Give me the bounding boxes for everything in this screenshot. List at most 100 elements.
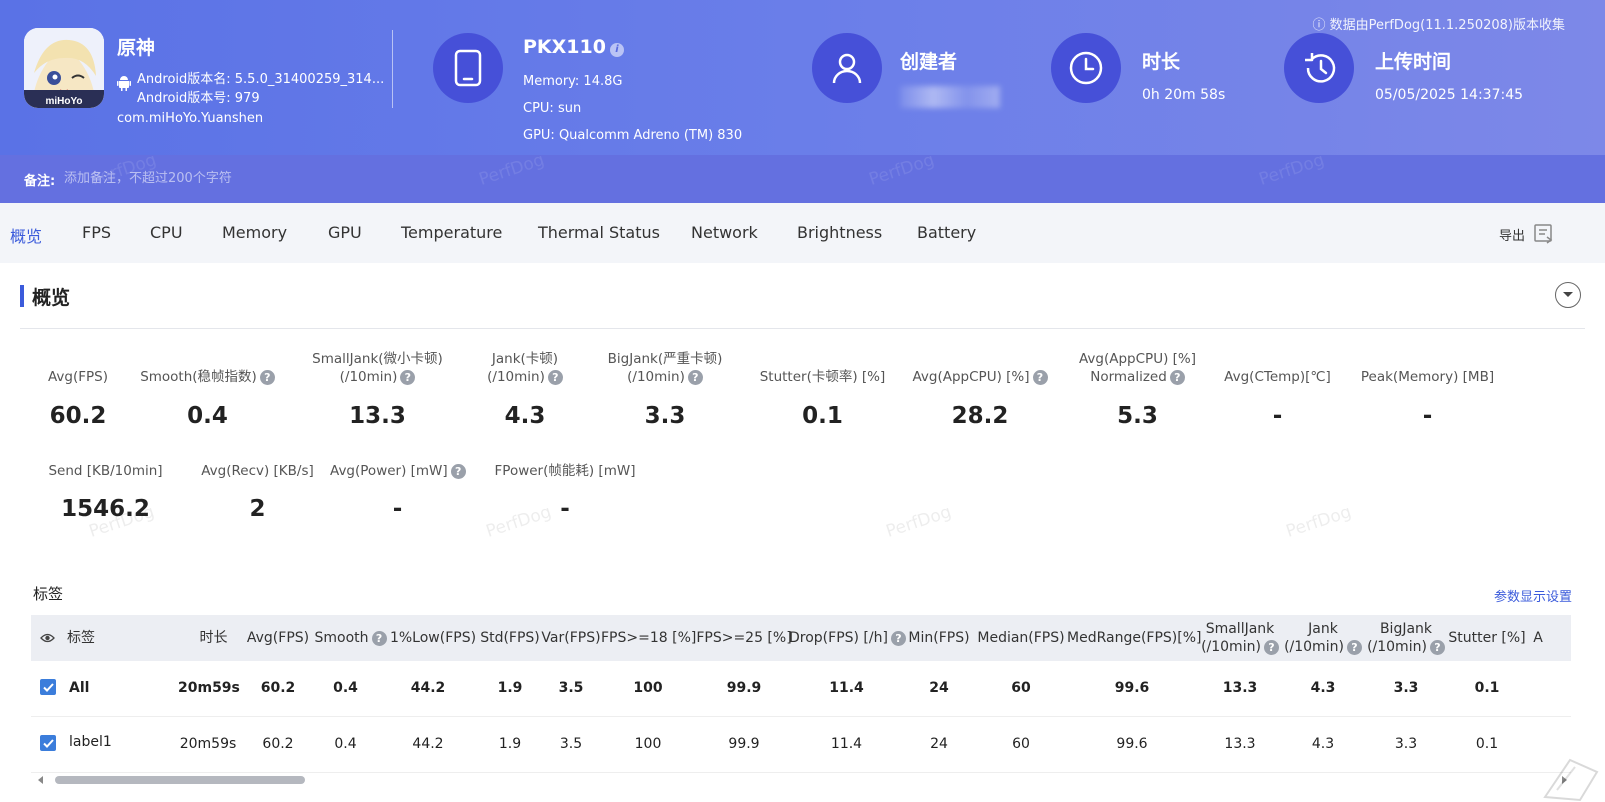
app-icon-brand-text: miHoYo: [45, 96, 82, 107]
collapse-button[interactable]: [1555, 282, 1581, 308]
android-version-code: Android版本号: 979: [137, 91, 260, 106]
cell-min-fps: 24: [930, 736, 948, 752]
export-button[interactable]: 导出: [1499, 225, 1525, 244]
col-header-1pct-low-fps: 1%Low(FPS): [389, 630, 477, 646]
check-icon: [42, 682, 54, 692]
android-version-name: Android版本名: 5.5.0_31400259_314...: [137, 72, 385, 87]
help-icon[interactable]: ?: [1346, 640, 1362, 655]
history-icon: [1284, 33, 1354, 103]
cell-stutter: 0.1: [1475, 736, 1499, 752]
metric-value-peak-memory: -: [1422, 403, 1433, 429]
col-header-jank: Jank (/10min)?: [1283, 620, 1363, 656]
perfdog-version-note: ⓘ 数据由PerfDog(11.1.250208)版本收集: [1312, 18, 1566, 33]
cell-fps-ge-25: 99.9: [728, 736, 760, 752]
info-icon: ⓘ: [1312, 18, 1330, 33]
chevron-down-icon: [1563, 292, 1573, 297]
col-header-truncated: A: [1533, 630, 1543, 646]
metric-label-bigjank: BigJank(严重卡顿) (/10min)?: [607, 351, 723, 385]
user-icon: [812, 33, 882, 103]
row-checkbox[interactable]: [40, 679, 56, 695]
metric-value-avg-fps: 60.2: [49, 403, 107, 429]
col-header-median-fps: Median(FPS): [977, 630, 1065, 646]
tab-brightness[interactable]: Brightness: [797, 223, 882, 242]
metric-value-avg-appcpu-normalized: 5.3: [1117, 403, 1158, 429]
metric-value-avg-ctemp: -: [1272, 403, 1283, 429]
col-header-smalljank: SmallJank (/10min)?: [1199, 620, 1281, 656]
note-label: 备注:: [24, 174, 56, 189]
help-icon[interactable]: ?: [547, 370, 563, 385]
help-icon[interactable]: ?: [890, 631, 906, 646]
tab-fps[interactable]: FPS: [82, 223, 111, 242]
row-checkbox[interactable]: [40, 735, 56, 751]
tab-memory[interactable]: Memory: [222, 223, 287, 242]
col-header-duration: 时长: [199, 630, 228, 646]
help-icon[interactable]: ?: [687, 370, 703, 385]
metric-value-fpower: -: [560, 496, 570, 522]
metric-value-bigjank: 3.3: [644, 403, 686, 429]
cell-stutter: 0.1: [1474, 680, 1500, 696]
tab-gpu[interactable]: GPU: [328, 223, 362, 242]
cell-medrange-fps: 99.6: [1116, 736, 1148, 752]
tab-battery[interactable]: Battery: [917, 223, 976, 242]
metric-label-avg-power: Avg(Power) [mW]?: [330, 462, 466, 480]
metric-label-smalljank: SmallJank(微小卡顿) (/10min)?: [312, 351, 443, 385]
tab-network[interactable]: Network: [691, 223, 758, 242]
col-header-smooth: Smooth?: [313, 629, 388, 647]
help-icon[interactable]: ?: [259, 370, 275, 385]
tab-overview[interactable]: 概览: [10, 223, 42, 247]
help-icon[interactable]: ?: [1263, 640, 1279, 655]
cell-var-fps: 3.5: [558, 680, 584, 696]
eye-icon[interactable]: [40, 632, 55, 644]
col-header-avg-fps: Avg(FPS): [246, 630, 310, 646]
cell-1pct-low-fps: 44.2: [412, 736, 444, 752]
metric-label-avg-recv: Avg(Recv) [KB/s]: [201, 463, 314, 479]
cell-smooth: 0.4: [333, 680, 358, 696]
horizontal-scrollbar[interactable]: [35, 774, 1570, 786]
tab-cpu[interactable]: CPU: [150, 223, 183, 242]
help-icon[interactable]: ?: [450, 464, 466, 479]
help-icon[interactable]: ?: [1169, 370, 1185, 385]
corner-stamp-icon: [1543, 758, 1599, 802]
help-icon[interactable]: ?: [1032, 370, 1048, 385]
cell-avg-fps: 60.2: [260, 680, 296, 696]
cell-bigjank: 3.3: [1394, 736, 1418, 752]
scrollbar-thumb[interactable]: [55, 776, 305, 784]
app-icon: miHoYo: [24, 28, 104, 108]
col-header-std-fps: Std(FPS): [480, 630, 540, 646]
check-icon: [42, 738, 54, 748]
metric-value-avg-power: -: [392, 496, 403, 522]
labels-table-header: 标签 时长 Avg(FPS) Smooth? 1%Low(FPS) Std(FP…: [31, 615, 1571, 661]
duration-title: 时长: [1142, 51, 1181, 73]
cell-bigjank: 3.3: [1393, 680, 1419, 696]
table-row[interactable]: All 20m59s 60.2 0.4 44.2 1.9 3.5 100 99.…: [31, 661, 1571, 717]
help-icon[interactable]: ?: [400, 370, 416, 385]
param-display-settings-link[interactable]: 参数显示设置: [1494, 586, 1572, 605]
labels-section-title: 标签: [33, 585, 64, 603]
note-input[interactable]: [64, 167, 664, 189]
scroll-left-arrow-icon[interactable]: [37, 776, 45, 784]
help-icon[interactable]: ?: [371, 631, 387, 646]
col-header-min-fps: Min(FPS): [908, 630, 970, 646]
cell-median-fps: 60: [1011, 680, 1031, 696]
export-icon[interactable]: [1533, 222, 1555, 244]
cell-min-fps: 24: [929, 680, 949, 696]
help-icon[interactable]: ?: [1429, 640, 1445, 655]
tab-bar: 概览 FPS CPU Memory GPU Temperature Therma…: [0, 203, 1605, 263]
col-header-bigjank: BigJank (/10min)?: [1366, 620, 1446, 656]
metric-label-smooth: Smooth(稳帧指数)?: [135, 368, 280, 386]
metric-label-avg-ctemp: Avg(CTemp)[℃]: [1224, 369, 1331, 385]
col-header-label: 标签: [67, 630, 95, 646]
metric-label-send: Send [KB/10min]: [48, 463, 163, 479]
tab-temperature[interactable]: Temperature: [401, 223, 502, 242]
tab-thermal-status[interactable]: Thermal Status: [538, 223, 660, 242]
cell-drop-fps: 11.4: [830, 736, 863, 752]
metric-value-avg-recv: 2: [249, 496, 266, 522]
device-info-icon[interactable]: i: [609, 43, 624, 57]
cell-fps-ge-18: 100: [633, 680, 663, 696]
upload-time-title: 上传时间: [1375, 51, 1452, 73]
cell-medrange-fps: 99.6: [1114, 680, 1150, 696]
metric-label-avg-appcpu: Avg(AppCPU) [%]?: [905, 368, 1055, 386]
cell-median-fps: 60: [1012, 736, 1030, 752]
cell-1pct-low-fps: 44.2: [410, 680, 446, 696]
table-row[interactable]: label1 20m59s 60.2 0.4 44.2 1.9 3.5 100 …: [31, 717, 1571, 773]
